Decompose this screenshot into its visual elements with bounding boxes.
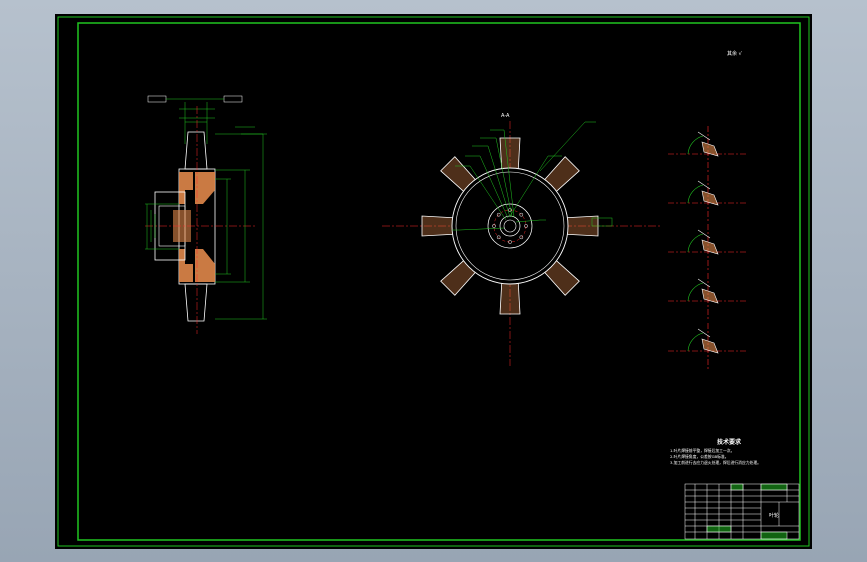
tech-requirement-1: 1.叶片焊接前平整，焊接后加工一次。 <box>670 448 734 453</box>
title-block <box>684 483 800 540</box>
tech-requirements: 技术要求 1.叶片焊接前平整，焊接后加工一次。 2.叶片焊接角度，公差按GB标准… <box>670 438 761 465</box>
blade-section-details <box>668 126 748 371</box>
drawing-canvas[interactable]: 其余 √ A-A 技术要求 1.叶片焊接前平整，焊接后加工一次。 2.叶片焊接角… <box>55 14 812 549</box>
drawing-sheet: 其余 √ A-A 技术要求 1.叶片焊接前平整，焊接后加工一次。 2.叶片焊接角… <box>57 16 810 547</box>
tech-requirement-3: 3.加工前进行去应力退火处理，焊后进行消应力处理。 <box>670 460 761 465</box>
front-view-impeller <box>382 121 660 366</box>
title-block-part-name: 叶轮 <box>769 512 779 519</box>
side-section-view <box>145 95 267 334</box>
tech-requirements-title: 技术要求 <box>717 438 742 446</box>
tech-requirement-2: 2.叶片焊接角度，公差按GB标准。 <box>670 454 729 459</box>
cad-viewport[interactable]: 其余 √ A-A 技术要求 1.叶片焊接前平整，焊接后加工一次。 2.叶片焊接角… <box>0 0 867 562</box>
outer-frame <box>57 16 810 547</box>
roughness-symbol: 其余 √ <box>727 50 743 57</box>
section-label: A-A <box>501 113 510 119</box>
